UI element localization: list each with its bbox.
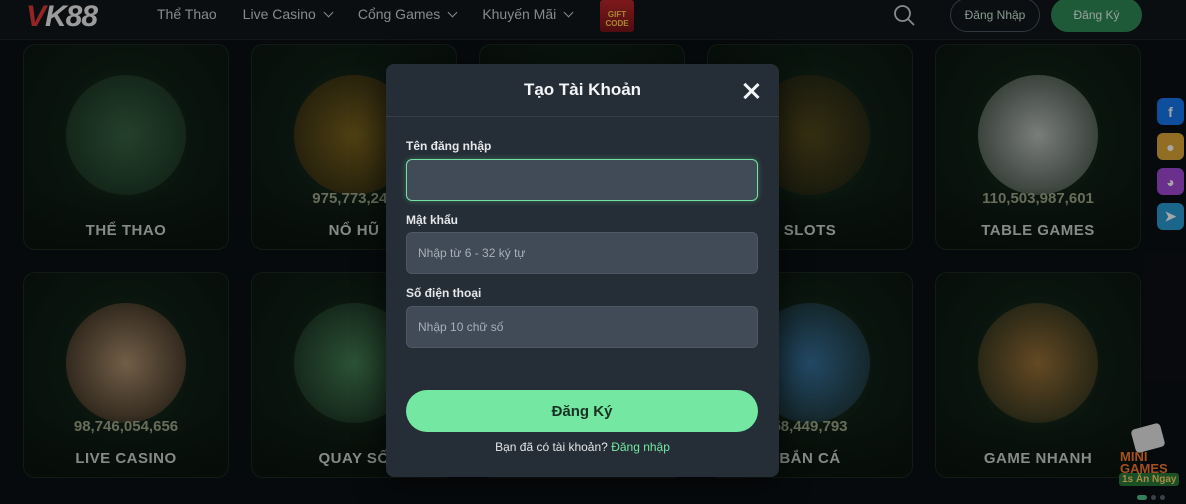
close-icon[interactable] (741, 81, 761, 101)
phone-field[interactable] (406, 306, 758, 348)
register-modal: Tạo Tài Khoản Tên đăng nhập Mật khẩu Số … (386, 64, 779, 477)
modal-header: Tạo Tài Khoản (386, 64, 779, 117)
modal-title: Tạo Tài Khoản (523, 80, 642, 99)
phone-label: Số điện thoại (406, 286, 482, 300)
password-field[interactable] (406, 232, 758, 274)
password-label: Mật khẩu (406, 213, 459, 227)
username-label: Tên đăng nhập (406, 139, 492, 153)
have-account-text: Bạn đã có tài khoản? (495, 440, 608, 454)
login-link[interactable]: Đăng nhập (611, 440, 670, 454)
submit-register-button[interactable]: Đăng Ký (406, 390, 758, 432)
login-prompt: Bạn đã có tài khoản? Đăng nhập (386, 440, 779, 454)
username-field[interactable] (406, 159, 758, 201)
